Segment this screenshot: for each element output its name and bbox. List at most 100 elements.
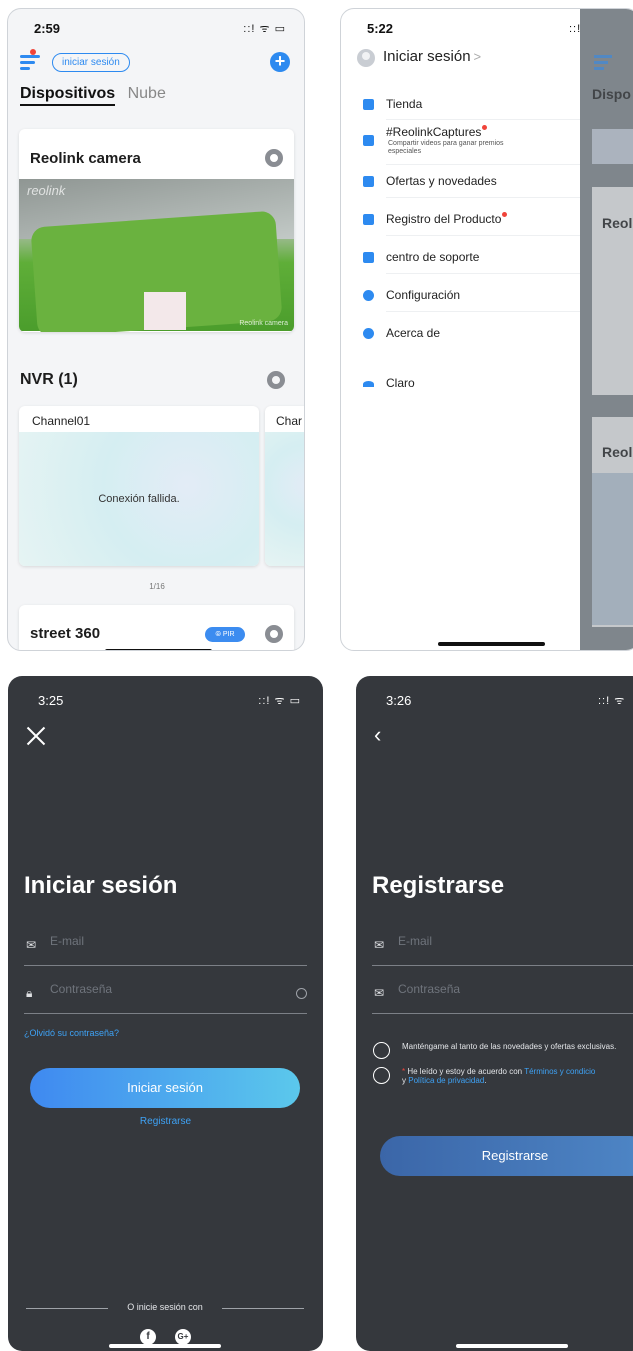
close-icon[interactable] [26,726,46,746]
terms-radio[interactable] [373,1067,390,1084]
channel-pager: 1/16 [149,582,165,591]
register-link[interactable]: Registrarse [8,1116,323,1127]
channel-name: Channel01 [32,414,91,428]
menu-label: #ReolinkCaptures [386,125,488,139]
status-time: 3:25 [38,693,64,708]
menu-label: centro de soporte [386,250,480,264]
menu-label: Claro [386,376,415,390]
street-title: street 360 [30,625,101,642]
menu-label: Registro del Producto [386,212,508,226]
nvr-title: NVR (1) [20,371,78,388]
password-input[interactable] [398,982,598,996]
status-icons: ::! ᯤ [598,695,626,707]
drawer-login-link[interactable]: Iniciar sesión > [383,48,481,65]
notification-dot [502,212,508,217]
theme-icon [363,381,374,387]
mail-icon: ✉ [26,938,37,952]
support-icon [363,252,374,263]
hamburger-menu-icon[interactable] [20,55,42,71]
channel-card[interactable]: Channel01 Conexión fallida. [19,406,259,566]
drawer-login-label: Iniciar sesión [383,48,471,65]
password-field[interactable]: 🔒︎ [24,978,307,1014]
camera-preview[interactable]: reolink Reolink camera [19,179,294,332]
tab-nube[interactable]: Nube [128,85,166,102]
login-pill-button[interactable]: iniciar sesión [52,53,130,72]
channel-preview[interactable]: Conexión fallida. [19,432,259,566]
info-icon [363,328,374,339]
gear-icon[interactable] [267,371,285,389]
bg-card-text: Reol [602,444,633,460]
camera-title: Reolink camera [30,150,141,167]
menu-label: Ofertas y novedades [386,174,497,188]
captures-icon [363,135,374,146]
camera-card[interactable]: Reolink camera reolink Reolink camera [19,129,294,332]
home-indicator [456,1344,568,1348]
divider [386,197,586,198]
divider [386,311,586,312]
camera-watermark: Reolink camera [239,320,288,327]
home-indicator [438,642,545,646]
divider [386,235,586,236]
background-app: Dispo Reol Reol [580,9,633,650]
login-button[interactable]: Iniciar sesión [30,1068,300,1108]
bg-tab-text: Dispo [592,86,631,102]
shop-icon [363,99,374,110]
eye-off-icon[interactable] [296,988,307,999]
register-button[interactable]: Registrarse [380,1136,633,1176]
newsletter-radio[interactable] [373,1042,390,1059]
avatar[interactable] [357,49,375,67]
status-time: 5:22 [367,21,394,36]
notification-dot [482,125,488,130]
register-screen: 3:26 ::! ᯤ ‹ Registrarse ✉ ✉ Manténgame … [356,676,633,1351]
back-arrow-icon[interactable]: ‹ [374,722,381,748]
channel-preview[interactable] [265,432,304,566]
menu-sublabel: Compartir videos para ganar premios espe… [388,140,504,155]
status-icons: ::! ᯤ ▭ [243,23,286,35]
email-input[interactable] [50,934,250,948]
device-tabs: Dispositivos Nube [20,85,166,106]
notification-dot [30,49,36,55]
divider [386,164,586,165]
email-field[interactable]: ✉ [24,930,307,966]
terms-text: * He leído y estoy de acuerdo con Términ… [402,1067,596,1085]
privacy-link[interactable]: Política de privacidad [408,1076,484,1085]
email-input[interactable] [398,934,598,948]
page-title: Registrarse [372,872,505,899]
menu-label: Tienda [386,97,423,111]
social-login-label: O inicie sesión con [127,1302,203,1312]
gear-icon[interactable] [265,625,283,643]
mail-icon: ✉ [374,986,385,1000]
facebook-icon[interactable]: f [140,1329,156,1345]
login-screen: 3:25 ::! ᯤ ▭ Iniciar sesión ✉ 🔒︎ ¿Olvidó… [8,676,323,1351]
terms-link[interactable]: Términos y condicio [524,1067,595,1076]
password-field[interactable]: ✉ [372,978,633,1014]
street-card[interactable]: street 360 [19,605,294,650]
mail-icon [363,176,374,187]
device-list-screen: 2:59 ::! ᯤ ▭ iniciar sesión + Dispositiv… [7,8,305,651]
add-device-icon[interactable]: + [270,52,290,72]
home-indicator [109,1344,221,1348]
connection-failed-text: Conexión fallida. [98,493,180,505]
terms-and: y [402,1076,406,1085]
drawer-overlay[interactable]: Dispo Reol Reol [580,9,633,650]
gear-icon[interactable] [265,149,283,167]
status-icons: ::! ᯤ ▭ [258,695,301,707]
home-indicator [105,649,212,650]
status-time: 2:59 [34,21,61,36]
google-plus-icon[interactable]: G+ [175,1329,191,1345]
channel-card[interactable]: Char [265,406,304,566]
terms-prefix: He leído y estoy de acuerdo con [407,1067,523,1076]
forgot-password-link[interactable]: ¿Olvidó su contraseña? [24,1028,119,1038]
tab-dispositivos[interactable]: Dispositivos [20,85,116,106]
newsletter-text: Manténgame al tanto de las novedades y o… [402,1042,617,1051]
gear-icon [363,290,374,301]
side-drawer-screen: 5:22 ::! ᯤ ▭ Iniciar sesión> Tienda #Reo… [340,8,633,651]
divider [222,1308,304,1309]
email-field[interactable]: ✉ [372,930,633,966]
page-title: Iniciar sesión [24,872,178,899]
bg-card-text: Reol [602,215,633,231]
status-time: 3:26 [386,693,412,708]
password-input[interactable] [50,982,250,996]
menu-label: Acerca de [386,326,441,340]
divider [386,273,586,274]
